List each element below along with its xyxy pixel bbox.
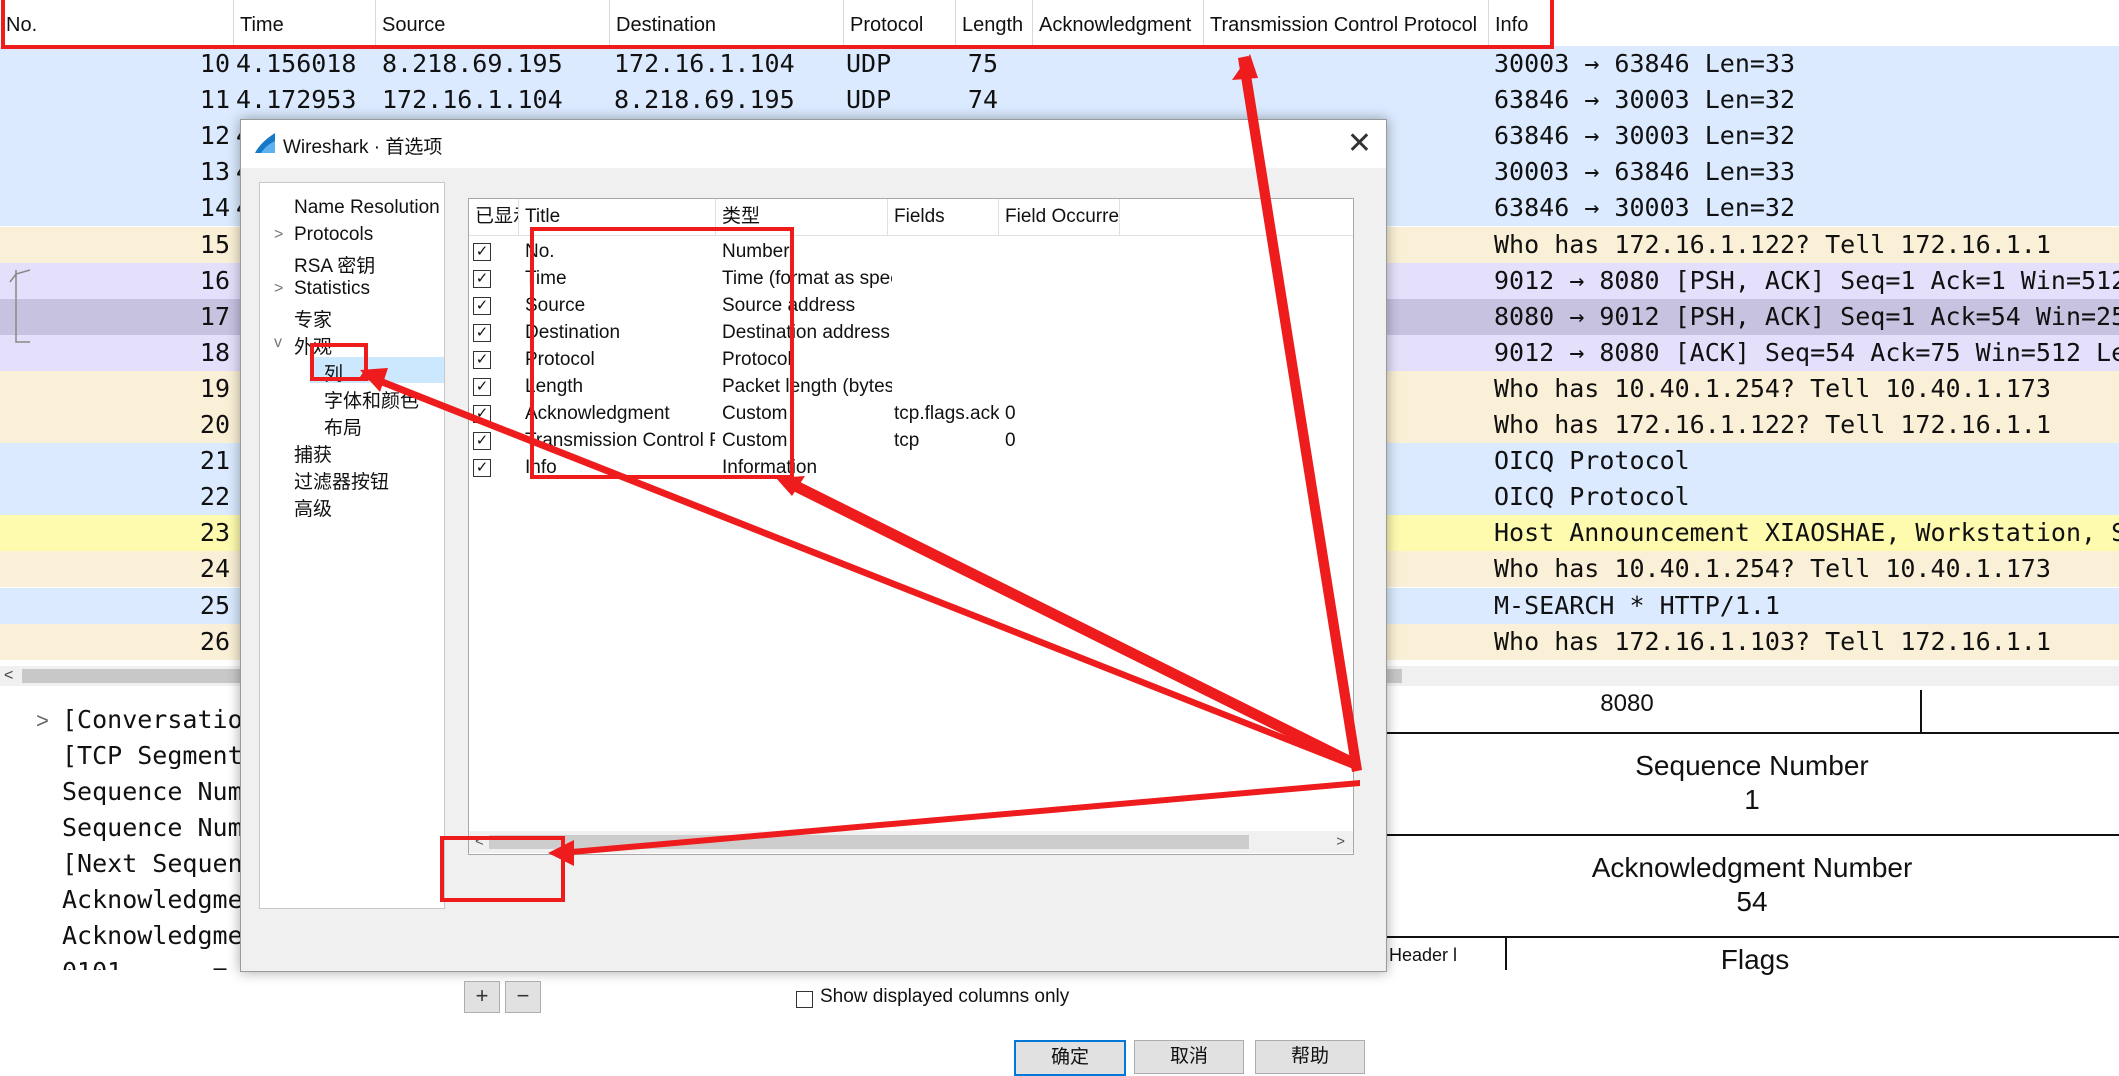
show-displayed-label[interactable]: Show displayed columns only <box>820 986 1069 1008</box>
add-column-button[interactable]: + <box>464 981 500 1013</box>
arrow-to-column-titles <box>783 476 1359 770</box>
arrowhead-add <box>548 840 574 866</box>
arrowhead-node <box>360 368 388 392</box>
cancel-button[interactable]: 取消 <box>1134 1040 1244 1074</box>
arrow-to-columns-node <box>360 371 1358 770</box>
remove-column-button[interactable]: − <box>505 981 541 1013</box>
show-displayed-checkbox[interactable] <box>796 991 813 1008</box>
arrow-to-add-remove <box>560 780 1360 856</box>
ok-button[interactable]: 确定 <box>1014 1040 1126 1076</box>
help-button[interactable]: 帮助 <box>1255 1040 1365 1074</box>
annotation-arrows <box>360 54 1362 866</box>
arrow-to-header-tcp <box>1238 56 1362 772</box>
